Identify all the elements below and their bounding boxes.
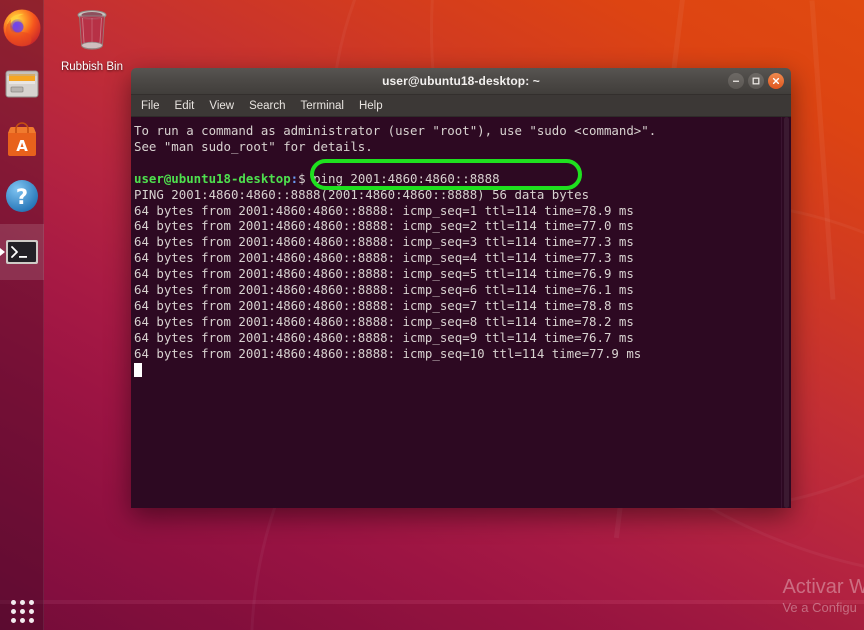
unity-launcher[interactable]: A ? [0,0,44,630]
terminal-reply-line: 64 bytes from 2001:4860:4860::8888: icmp… [134,266,634,281]
terminal-text: To run a command as administrator (user … [131,117,781,508]
wallpaper-line-2 [810,0,836,300]
svg-text:?: ? [16,185,28,209]
terminal-preamble-line-2: See "man sudo_root" for details. [134,139,373,154]
menu-terminal[interactable]: Terminal [300,99,345,113]
terminal-preamble-line-1: To run a command as administrator (user … [134,123,656,138]
watermark-title: Activar W [782,575,864,599]
windows-activation-watermark: Activar W Ve a Configu [782,575,864,616]
window-controls[interactable] [728,73,784,89]
terminal-reply-line: 64 bytes from 2001:4860:4860::8888: icmp… [134,330,634,345]
menu-file[interactable]: File [140,99,161,113]
menu-help[interactable]: Help [358,99,384,113]
maximize-button[interactable] [748,73,764,89]
files-icon [2,64,42,104]
firefox-icon [2,8,42,48]
maximize-icon [751,76,761,86]
svg-text:A: A [16,137,28,155]
menu-edit[interactable]: Edit [174,99,196,113]
window-titlebar[interactable]: user@ubuntu18-desktop: ~ [131,68,791,95]
terminal-prompt-separator: : [291,171,298,186]
rubbish-bin-icon [69,6,115,54]
minimize-icon [731,76,741,86]
terminal-prompt-userhost: user@ubuntu18-desktop [134,171,291,186]
close-button[interactable] [768,73,784,89]
terminal-reply-line: 64 bytes from 2001:4860:4860::8888: icmp… [134,234,634,249]
menu-search[interactable]: Search [248,99,286,113]
terminal-reply-line: 64 bytes from 2001:4860:4860::8888: icmp… [134,282,634,297]
terminal-reply-line: 64 bytes from 2001:4860:4860::8888: icmp… [134,314,634,329]
show-applications-button[interactable] [0,592,44,630]
terminal-reply-line: 64 bytes from 2001:4860:4860::8888: icmp… [134,203,634,218]
terminal-window[interactable]: user@ubuntu18-desktop: ~ [131,68,791,508]
launcher-item-software[interactable]: A [0,112,44,168]
launcher-item-terminal[interactable] [0,224,44,280]
terminal-prompt-dollar: $ [298,171,305,186]
watermark-subtitle: Ve a Configu [782,599,864,616]
window-title: user@ubuntu18-desktop: ~ [382,74,540,88]
wallpaper-band-2 [0,600,864,604]
menu-bar[interactable]: File Edit View Search Terminal Help [131,95,791,117]
minimize-button[interactable] [728,73,744,89]
terminal-scrollbar[interactable] [781,117,791,508]
wallpaper-band-1 [0,604,864,630]
terminal-command: ping 2001:4860:4860::8888 [313,171,500,186]
terminal-ping-header: PING 2001:4860:4860::8888(2001:4860:4860… [134,187,589,202]
rubbish-bin-label: Rubbish Bin [58,61,126,73]
terminal-reply-line: 64 bytes from 2001:4860:4860::8888: icmp… [134,250,634,265]
terminal-icon [2,232,42,272]
close-icon [771,76,781,86]
desktop-icon-rubbish-bin[interactable]: Rubbish Bin [58,6,126,73]
launcher-item-firefox[interactable] [0,0,44,56]
grid-dots-icon [11,600,34,623]
terminal-cursor [134,363,142,377]
launcher-item-help[interactable]: ? [0,168,44,224]
launcher-item-files[interactable] [0,56,44,112]
terminal-output-area[interactable]: To run a command as administrator (user … [131,117,791,508]
menu-view[interactable]: View [208,99,235,113]
desktop[interactable]: A ? [0,0,864,630]
terminal-scrollbar-thumb[interactable] [784,117,789,508]
terminal-reply-line: 64 bytes from 2001:4860:4860::8888: icmp… [134,298,634,313]
terminal-reply-line: 64 bytes from 2001:4860:4860::8888: icmp… [134,346,641,361]
software-center-icon: A [2,120,42,160]
help-icon: ? [2,176,42,216]
terminal-reply-line: 64 bytes from 2001:4860:4860::8888: icmp… [134,218,634,233]
